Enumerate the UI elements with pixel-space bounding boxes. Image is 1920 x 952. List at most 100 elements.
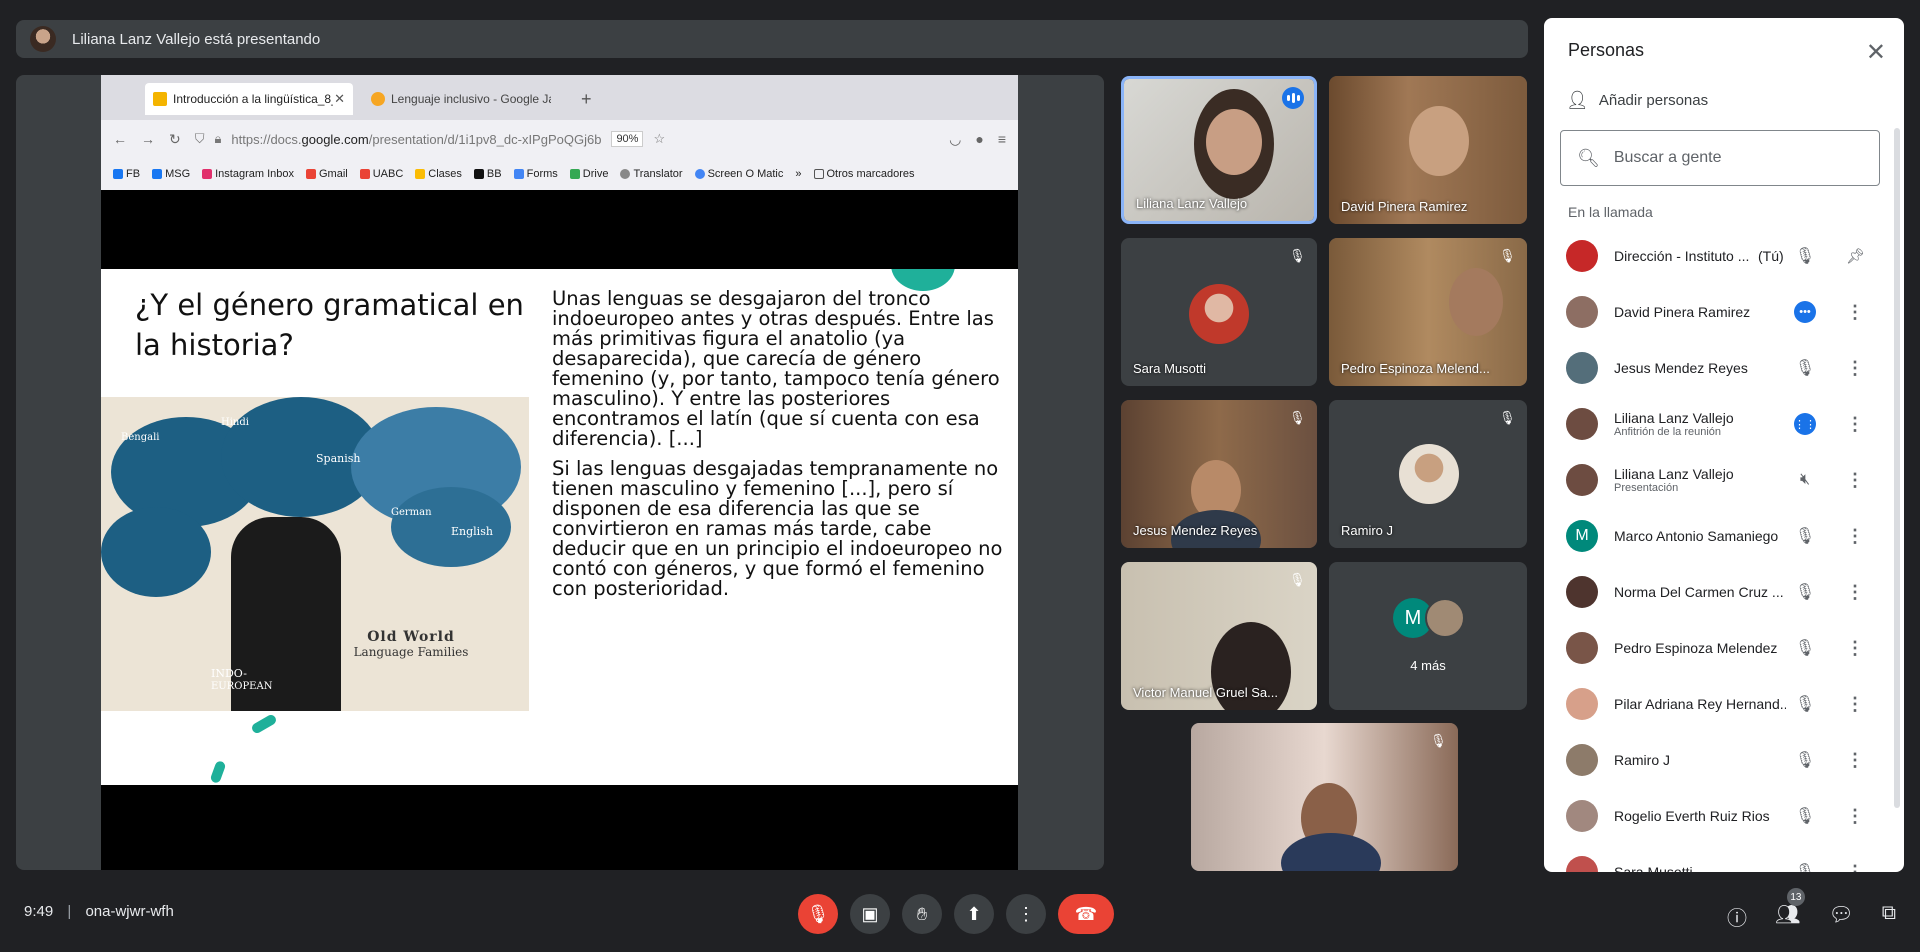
participant-name: Norma Del Carmen Cruz ... xyxy=(1614,584,1784,600)
presenting-text: Liliana Lanz Vallejo está presentando xyxy=(72,30,321,48)
bookmarks-overflow-icon: » xyxy=(795,168,802,180)
search-icon: 🔍︎ xyxy=(1577,147,1600,168)
you-label: (Tú) xyxy=(1758,248,1784,264)
activities-icon[interactable]: ⧉ xyxy=(1882,902,1896,931)
participant-tile[interactable]: 🎙︎ Victor Manuel Gruel Sa... xyxy=(1121,562,1317,710)
bookmark: FB xyxy=(113,168,140,180)
raise-hand-button[interactable]: ✋︎ xyxy=(902,894,942,934)
close-tab-icon: ✕ xyxy=(334,91,345,106)
participant-row[interactable]: Jesus Mendez Reyes 🎙︎ ⋮ xyxy=(1544,340,1904,396)
avatar xyxy=(1425,598,1465,638)
more-options-button[interactable]: ⋮ xyxy=(1006,894,1046,934)
participant-role: Anfitrión de la reunión xyxy=(1614,426,1722,438)
avatar xyxy=(1566,464,1598,496)
search-people-input[interactable]: 🔍︎ Buscar a gente xyxy=(1560,130,1880,186)
more-vert-icon[interactable]: ⋮ xyxy=(1846,470,1864,491)
tile-name: Victor Manuel Gruel Sa... xyxy=(1133,685,1278,700)
leave-call-button[interactable]: ☎︎ xyxy=(1058,894,1114,934)
mouse-cursor: ➤ xyxy=(741,679,753,695)
bookmark: Gmail xyxy=(306,168,348,180)
self-view-tile[interactable]: 🎙︎ xyxy=(1191,723,1458,871)
participant-row[interactable]: M Marco Antonio Samaniego 🎙︎ ⋮ xyxy=(1544,508,1904,564)
avatar xyxy=(1566,296,1598,328)
more-vert-icon[interactable]: ⋮ xyxy=(1846,750,1864,771)
participant-name: Marco Antonio Samaniego xyxy=(1614,528,1779,544)
participant-tile[interactable]: 🎙︎ Jesus Mendez Reyes xyxy=(1121,400,1317,548)
participant-tile[interactable]: 🎙︎ Pedro Espinoza Melend... xyxy=(1329,238,1527,386)
scrollbar[interactable] xyxy=(1894,128,1900,808)
participant-row[interactable]: Sara Musotti 🎙︎ ⋮ xyxy=(1544,844,1904,872)
bookmark: MSG xyxy=(152,168,190,180)
add-people-button[interactable]: 👤︎ Añadir personas xyxy=(1566,90,1708,111)
mic-off-icon: 🎙︎ xyxy=(1794,360,1816,377)
participant-tile[interactable]: Liliana Lanz Vallejo xyxy=(1121,76,1317,224)
microphone-off-button[interactable]: 🎙︎ xyxy=(798,894,838,934)
shared-screen: Introducción a la lingüística_8_F ✕ Leng… xyxy=(101,75,1018,870)
participant-row[interactable]: Dirección - Instituto ... (Tú) 🎙︎ 📌︎ xyxy=(1544,228,1904,284)
more-vert-icon[interactable]: ⋮ xyxy=(1846,358,1864,379)
participant-row[interactable]: Pilar Adriana Rey Hernand... 🎙︎ ⋮ xyxy=(1544,676,1904,732)
more-vert-icon[interactable]: ⋮ xyxy=(1846,582,1864,603)
bookmark: Screen O Matic xyxy=(694,168,783,180)
speaking-indicator-icon xyxy=(1282,87,1304,109)
shared-browser: Introducción a la lingüística_8_F ✕ Leng… xyxy=(101,75,1018,190)
bookmark: Drive xyxy=(569,168,608,180)
mic-off-icon: 🎙︎ xyxy=(1794,584,1816,601)
participant-tile[interactable]: David Pinera Ramirez xyxy=(1329,76,1527,224)
more-participants-tile[interactable]: M 4 más xyxy=(1329,562,1527,710)
more-vert-icon[interactable]: ⋮ xyxy=(1846,806,1864,827)
clock: 9:49 xyxy=(24,903,54,920)
participant-row[interactable]: Liliana Lanz Vallejo Anfitrión de la reun… xyxy=(1544,396,1904,452)
url-bar: ⛉ 🔒︎ https://docs.google.com/presentatio… xyxy=(194,131,666,147)
chat-icon[interactable]: 💬︎ xyxy=(1828,902,1853,931)
people-list: Dirección - Instituto ... (Tú) 🎙︎ 📌︎ David P… xyxy=(1544,228,1904,872)
tile-name: Jesus Mendez Reyes xyxy=(1133,523,1258,538)
bookmark: UABC xyxy=(359,168,403,180)
more-vert-icon[interactable]: ⋮ xyxy=(1846,414,1864,435)
bookmark-folder: Otros marcadores xyxy=(813,168,915,180)
bookmark: Instagram Inbox xyxy=(202,168,294,180)
participant-row[interactable]: Rogelio Everth Ruiz Rios 🎙︎ ⋮ xyxy=(1544,788,1904,844)
bookmark: BB xyxy=(473,168,502,180)
more-vert-icon[interactable]: ⋮ xyxy=(1846,694,1864,715)
bottom-bar: 9:49 | ona-wjwr-wfh 🎙︎ ▣ ✋︎ ⬆ ⋮ ☎︎ ⓘ 👥︎ 1… xyxy=(0,880,1920,952)
search-placeholder: Buscar a gente xyxy=(1613,149,1722,166)
meeting-info: 9:49 | ona-wjwr-wfh xyxy=(24,903,174,920)
pin-icon[interactable]: 📌︎ xyxy=(1846,247,1865,265)
more-vert-icon[interactable]: ⋮ xyxy=(1846,526,1864,547)
meeting-details-icon[interactable]: ⓘ xyxy=(1727,902,1747,931)
more-vert-icon[interactable]: ⋮ xyxy=(1846,862,1864,873)
close-icon[interactable]: ✕ xyxy=(1866,38,1886,67)
camera-button[interactable]: ▣ xyxy=(850,894,890,934)
participant-row[interactable]: Liliana Lanz Vallejo Presentación 🔇︎ ⋮ xyxy=(1544,452,1904,508)
avatar xyxy=(1566,688,1598,720)
participant-row[interactable]: Pedro Espinoza Melendez 🎙︎ ⋮ xyxy=(1544,620,1904,676)
more-vert-icon[interactable]: ⋮ xyxy=(1846,638,1864,659)
mic-off-icon: 🎙︎ xyxy=(1289,572,1306,587)
tile-name: Pedro Espinoza Melend... xyxy=(1341,361,1490,376)
participant-tile[interactable]: 🎙︎ Sara Musotti xyxy=(1121,238,1317,386)
avatar: M xyxy=(1566,520,1598,552)
mic-off-icon: 🎙︎ xyxy=(1794,808,1816,825)
more-vert-icon[interactable]: ⋮ xyxy=(1846,302,1864,323)
avatar xyxy=(1566,632,1598,664)
more-count: 4 más xyxy=(1410,658,1446,673)
browser-tab: Lenguaje inclusivo - Google Jam xyxy=(363,83,563,115)
participant-row[interactable]: Ramiro J 🎙︎ ⋮ xyxy=(1544,732,1904,788)
participant-row[interactable]: Norma Del Carmen Cruz ... 🎙︎ ⋮ xyxy=(1544,564,1904,620)
presenting-banner: Liliana Lanz Vallejo está presentando xyxy=(16,20,1528,58)
slides-icon xyxy=(153,92,167,106)
participant-tile[interactable]: 🎙︎ Ramiro J xyxy=(1329,400,1527,548)
image-caption: Old World Language Families xyxy=(353,629,469,659)
side-controls: ⓘ 👥︎ 13 💬︎ ⧉ xyxy=(1727,888,1896,931)
people-icon[interactable]: 👥︎ 13 xyxy=(1775,888,1805,931)
menu-icon: ≡ xyxy=(997,131,1006,147)
add-person-icon: 👤︎ xyxy=(1566,90,1589,110)
lock-icon: 🔒︎ xyxy=(214,131,222,146)
mic-off-icon: 🎙︎ xyxy=(1499,248,1516,263)
participant-row[interactable]: David Pinera Ramirez ••• ⋮ xyxy=(1544,284,1904,340)
present-screen-button[interactable]: ⬆ xyxy=(954,894,994,934)
avatar xyxy=(1566,744,1598,776)
mic-off-icon: 🎙︎ xyxy=(1289,248,1306,263)
tile-name: Ramiro J xyxy=(1341,523,1394,538)
